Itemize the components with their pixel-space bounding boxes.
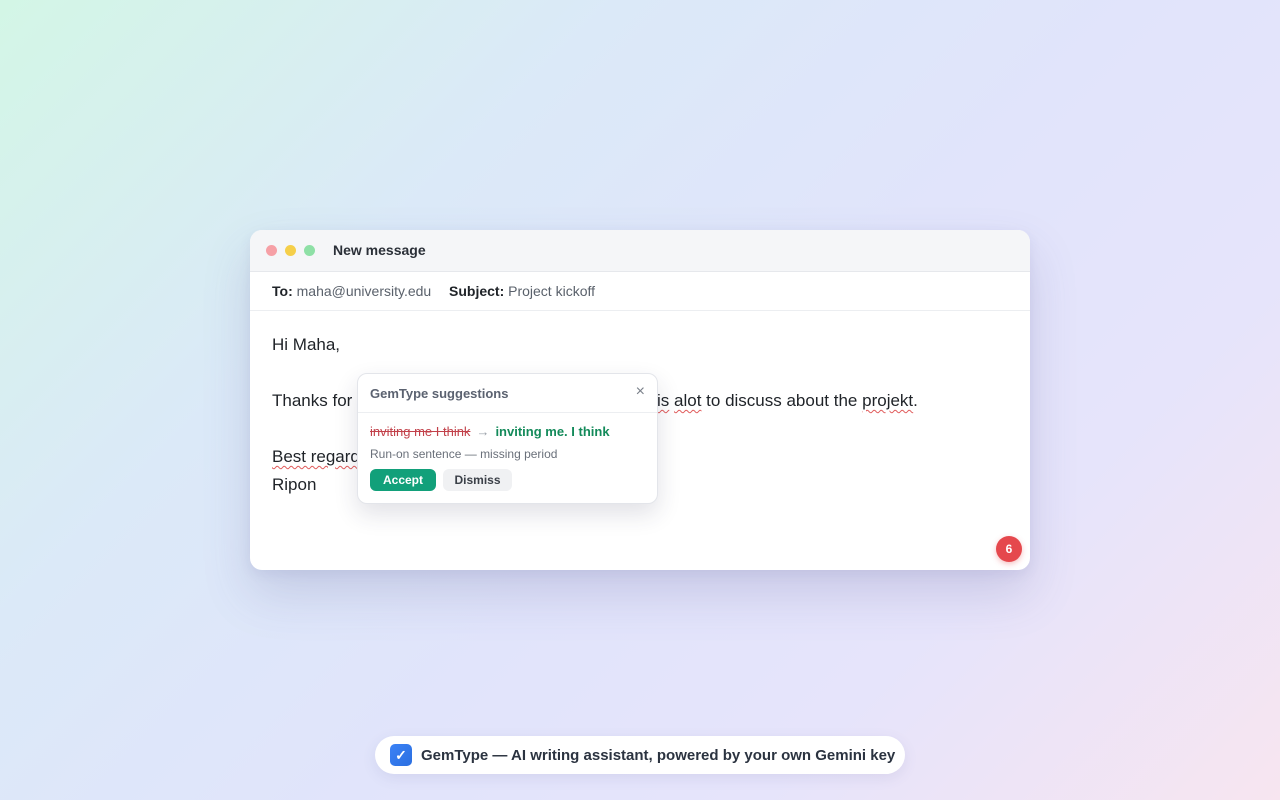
to-label: To:	[272, 283, 293, 299]
suggestion-reason: Run-on sentence — missing period	[370, 447, 558, 461]
to-value: maha@university.edu	[296, 283, 432, 299]
closing-line[interactable]: Best regard	[272, 447, 360, 467]
close-icon[interactable]: ×	[636, 383, 645, 401]
checkbox-icon: ✓	[390, 744, 412, 766]
subject-field[interactable]: Subject: Project kickoff	[449, 283, 595, 299]
close-window-button[interactable]	[266, 245, 277, 256]
title-bar: New message	[250, 230, 1030, 272]
subject-value: Project kickoff	[508, 283, 596, 299]
footer-text: GemType — AI writing assistant, powered …	[421, 746, 896, 764]
subject-label: Subject:	[449, 283, 505, 299]
misspelling-is[interactable]: is	[657, 391, 669, 410]
window-title: New message	[333, 242, 426, 258]
greeting-line: Hi Maha,	[272, 335, 341, 354]
suggestion-diff: inviting me I think → inviting me. I think	[370, 424, 610, 439]
original-text: inviting me I think	[370, 424, 471, 439]
dismiss-button[interactable]: Dismiss	[443, 469, 512, 491]
to-field[interactable]: To: maha@university.edu	[272, 283, 431, 299]
signature-line: Ripon	[272, 475, 317, 494]
line1-end: .	[913, 391, 918, 410]
popup-title: GemType suggestions	[370, 386, 509, 401]
line1-start: Thanks for	[272, 391, 353, 410]
arrow-right-icon: →	[476, 424, 490, 439]
misspelling-projekt[interactable]: projekt	[862, 391, 913, 410]
suggestion-popup: GemType suggestions × inviting me I thin…	[357, 373, 658, 504]
footer-pill: ✓ GemType — AI writing assistant, powere…	[375, 736, 905, 774]
popup-header: GemType suggestions ×	[358, 374, 657, 413]
issue-count-badge[interactable]: 6	[996, 536, 1022, 562]
replacement-text: inviting me. I think	[495, 424, 610, 439]
misspelling-alot[interactable]: alot	[674, 391, 701, 410]
line1-rest: is alot to discuss about the projekt.	[657, 391, 918, 411]
zoom-window-button[interactable]	[304, 245, 315, 256]
message-headers: To: maha@university.edu Subject: Project…	[250, 272, 1030, 311]
accept-button[interactable]: Accept	[370, 469, 436, 491]
minimize-window-button[interactable]	[285, 245, 296, 256]
line1-mid: to discuss about the	[706, 391, 858, 410]
